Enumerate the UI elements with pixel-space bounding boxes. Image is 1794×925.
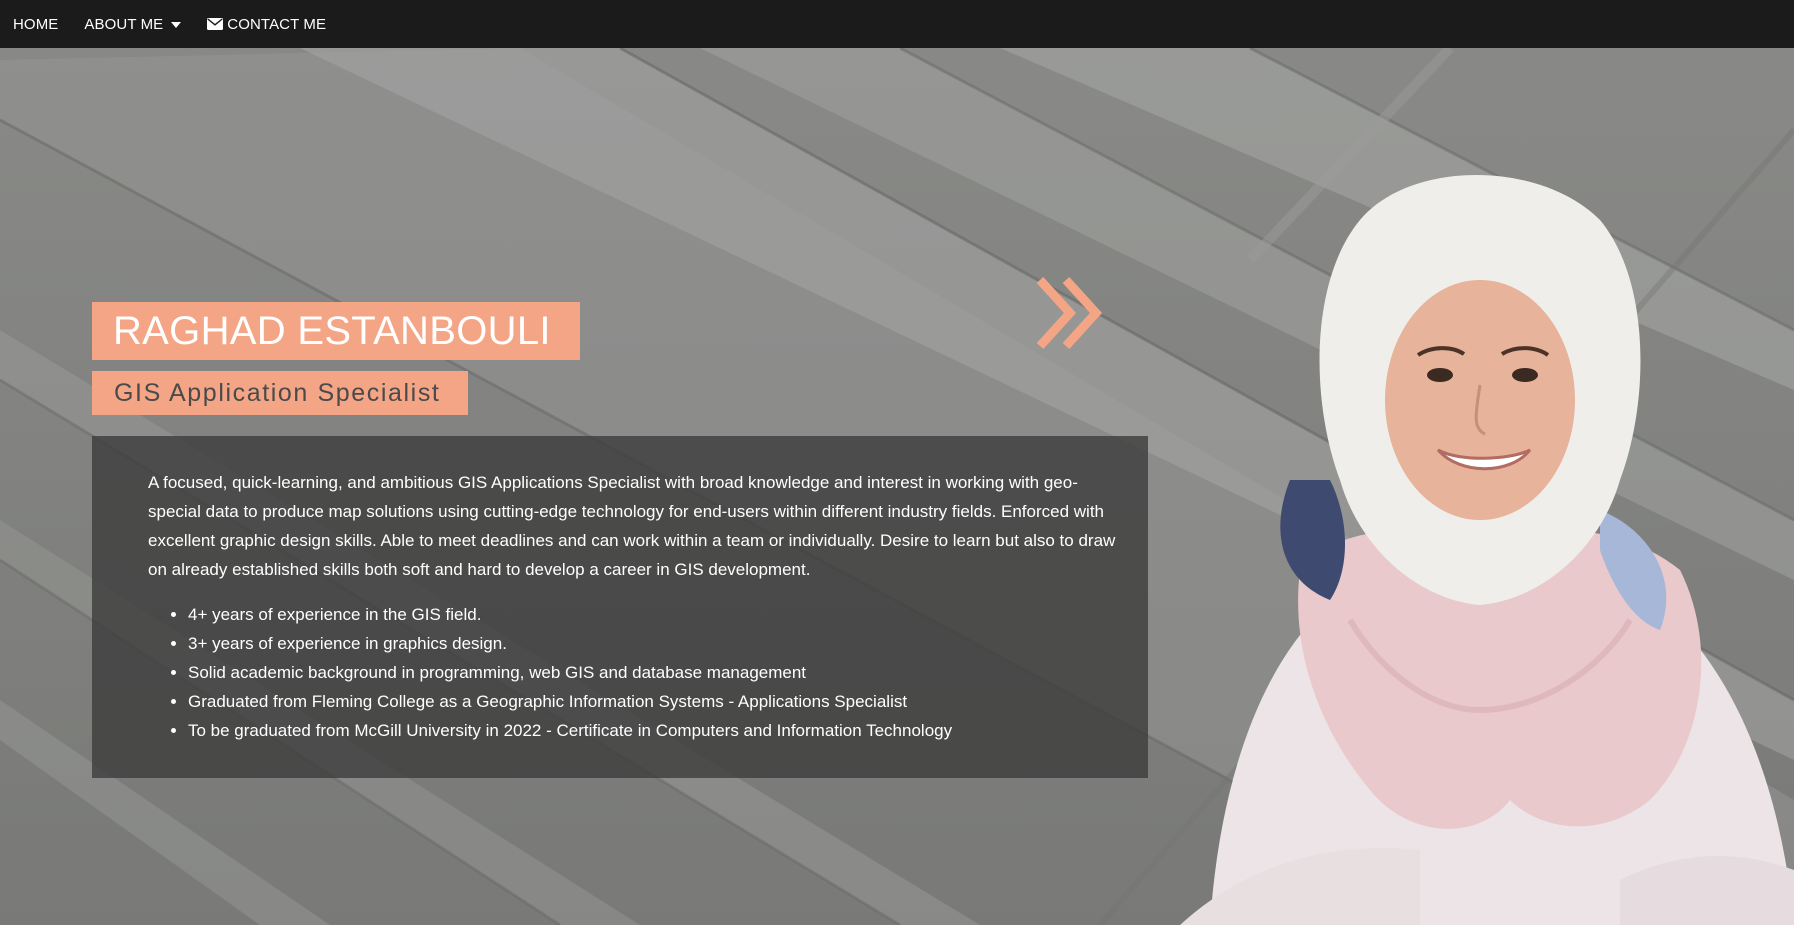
list-item: 4+ years of experience in the GIS field.: [188, 600, 1118, 629]
nav-about-dropdown[interactable]: ABOUT ME: [71, 0, 194, 48]
list-item: Solid academic background in programming…: [188, 658, 1118, 687]
person-name: RAGHAD ESTANBOULI: [113, 308, 551, 353]
nav-home[interactable]: HOME: [0, 0, 71, 48]
list-item: Graduated from Fleming College as a Geog…: [188, 687, 1118, 716]
highlights-list: 4+ years of experience in the GIS field.…: [148, 600, 1118, 745]
nav-contact-label: CONTACT ME: [227, 15, 327, 33]
list-item: To be graduated from McGill University i…: [188, 716, 1118, 745]
profile-photo: [1180, 175, 1794, 925]
job-title-box: GIS Application Specialist: [92, 371, 469, 415]
nav-contact[interactable]: CONTACT ME: [194, 0, 339, 48]
top-navbar: HOME ABOUT ME CONTACT ME: [0, 0, 1794, 48]
name-heading-box: RAGHAD ESTANBOULI: [92, 302, 580, 360]
job-title: GIS Application Specialist: [114, 378, 441, 407]
double-chevron-right-icon: [1036, 276, 1103, 350]
bio-panel: A focused, quick-learning, and ambitious…: [92, 436, 1148, 778]
caret-down-icon: [171, 22, 182, 28]
bio-paragraph: A focused, quick-learning, and ambitious…: [148, 473, 1116, 579]
nav-about-label: ABOUT ME: [84, 15, 164, 33]
list-item: 3+ years of experience in graphics desig…: [188, 629, 1118, 658]
envelope-icon: [207, 18, 224, 30]
nav-home-label: HOME: [13, 15, 59, 33]
